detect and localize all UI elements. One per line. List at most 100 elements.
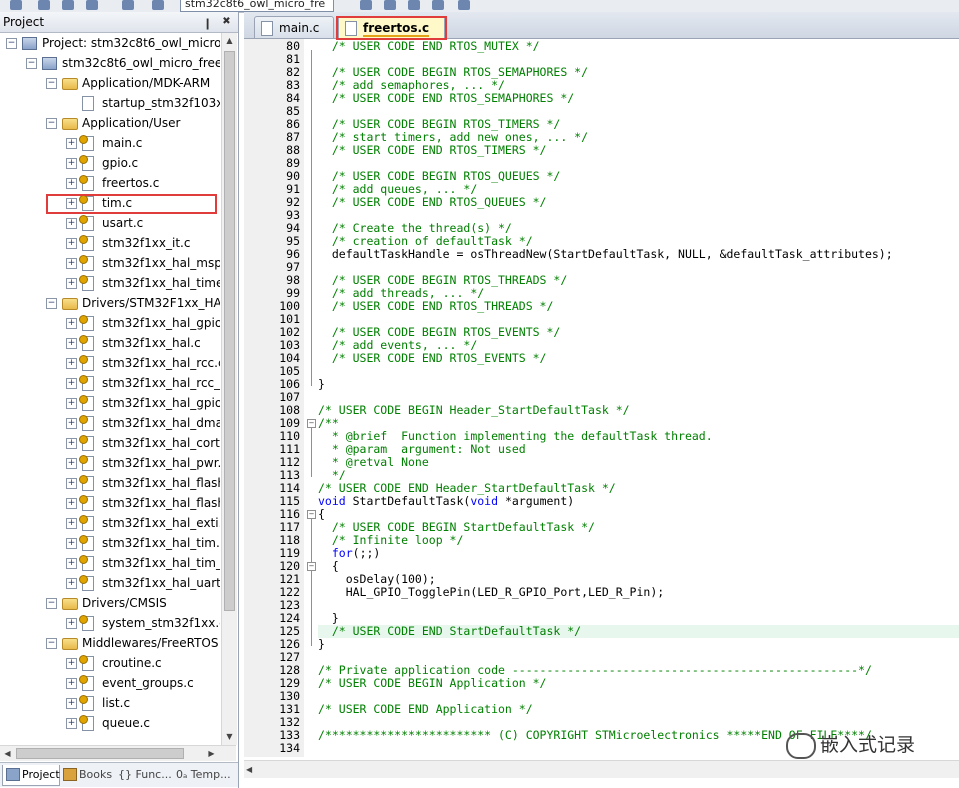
editor-horizontal-scrollbar[interactable]: ◀ (244, 760, 959, 778)
expand-icon[interactable]: + (66, 358, 77, 369)
toolbar-icon[interactable] (10, 0, 22, 10)
tree-target[interactable]: − stm32c8t6_owl_micro_freerto (0, 53, 220, 73)
tree-file[interactable]: + main.c (0, 133, 220, 153)
tree-file[interactable]: + queue.c (0, 713, 220, 733)
expand-icon[interactable]: + (66, 338, 77, 349)
tree-file[interactable]: + croutine.c (0, 653, 220, 673)
tree-file[interactable]: + stm32f1xx_hal_rcc_ex (0, 373, 220, 393)
tree-file[interactable]: + stm32f1xx_hal_rcc.c (0, 353, 220, 373)
code-line[interactable]: /* USER CODE BEGIN Header_StartDefaultTa… (318, 404, 630, 417)
tab-books[interactable]: Books (60, 765, 116, 785)
tab-templates[interactable]: 0ₐ Temp... (176, 765, 236, 785)
collapse-icon[interactable]: − (46, 598, 57, 609)
close-icon[interactable]: ✖ (220, 15, 233, 28)
collapse-icon[interactable]: − (46, 298, 57, 309)
tree-file[interactable]: + stm32f1xx_hal_gpio_e (0, 313, 220, 333)
expand-icon[interactable]: + (66, 458, 77, 469)
tree-file[interactable]: + stm32f1xx_hal_pwr.c (0, 453, 220, 473)
tree-file[interactable]: startup_stm32f103xb.s (0, 93, 220, 113)
tree-project[interactable]: − Project: stm32c8t6_owl_micro_fre (0, 33, 220, 53)
scroll-thumb[interactable] (224, 51, 235, 611)
code-area[interactable]: /* USER CODE END RTOS_MUTEX */ /* USER C… (318, 39, 959, 757)
tree-horizontal-scrollbar[interactable]: ◀ ▶ (0, 745, 236, 761)
scroll-left-icon[interactable]: ◀ (246, 761, 252, 778)
tree-file[interactable]: + system_stm32f1xx.c (0, 613, 220, 633)
expand-icon[interactable]: + (66, 678, 77, 689)
code-line[interactable]: /* USER CODE BEGIN Application */ (318, 677, 546, 690)
code-line[interactable]: /* USER CODE END RTOS_SEMAPHORES */ (318, 92, 574, 105)
toolbar-icon[interactable] (122, 0, 134, 10)
tree-file[interactable]: + stm32f1xx_hal_gpio.c (0, 393, 220, 413)
scroll-down-icon[interactable]: ▼ (222, 729, 237, 745)
collapse-icon[interactable]: − (46, 78, 57, 89)
code-line[interactable]: /* USER CODE END Application */ (318, 703, 533, 716)
tree-vertical-scrollbar[interactable]: ▲ ▼ (221, 33, 237, 745)
expand-icon[interactable]: + (66, 698, 77, 709)
tree-file[interactable]: + freertos.c (0, 173, 220, 193)
tab-project[interactable]: Project (2, 765, 60, 786)
expand-icon[interactable]: + (66, 618, 77, 629)
pin-icon[interactable]: ❙ (203, 14, 212, 34)
tree-file[interactable]: + stm32f1xx_hal_exti.c (0, 513, 220, 533)
expand-icon[interactable]: + (66, 278, 77, 289)
expand-icon[interactable]: + (66, 418, 77, 429)
tree-file[interactable]: + stm32f1xx_hal.c (0, 333, 220, 353)
code-line[interactable]: /* USER CODE END RTOS_TIMERS */ (318, 144, 547, 157)
target-select[interactable]: stm32c8t6_owl_micro_fre (180, 0, 334, 12)
code-line[interactable]: defaultTaskHandle = osThreadNew(StartDef… (318, 248, 893, 261)
expand-icon[interactable]: + (66, 538, 77, 549)
tree-folder[interactable]: − Application/User (0, 113, 220, 133)
tree-file[interactable]: + stm32f1xx_hal_tim.c (0, 533, 220, 553)
code-line[interactable]: } (318, 378, 325, 391)
toolbar-icon[interactable] (384, 0, 396, 10)
tree-file[interactable]: + stm32f1xx_hal_tim_ex (0, 553, 220, 573)
code-line[interactable]: /* USER CODE END RTOS_EVENTS */ (318, 352, 547, 365)
code-line[interactable]: /* USER CODE END RTOS_QUEUES */ (318, 196, 547, 209)
tree-file[interactable]: + gpio.c (0, 153, 220, 173)
code-line[interactable]: /* USER CODE END StartDefaultTask */ (318, 625, 959, 638)
tree-file[interactable]: + stm32f1xx_hal_cortex (0, 433, 220, 453)
expand-icon[interactable]: + (66, 718, 77, 729)
tree-file[interactable]: + usart.c (0, 213, 220, 233)
tree-folder[interactable]: − Middlewares/FreeRTOS (0, 633, 220, 653)
scroll-up-icon[interactable]: ▲ (222, 33, 237, 49)
code-line[interactable]: } (318, 638, 325, 651)
scroll-right-icon[interactable]: ▶ (204, 746, 219, 761)
collapse-icon[interactable]: − (46, 118, 57, 129)
tree-file[interactable]: + stm32f1xx_hal_msp.c (0, 253, 220, 273)
expand-icon[interactable]: + (66, 138, 77, 149)
tree-file[interactable]: + stm32f1xx_hal_flash_e (0, 493, 220, 513)
tree-file[interactable]: + stm32f1xx_hal_flash.c (0, 473, 220, 493)
expand-icon[interactable]: + (66, 398, 77, 409)
tree-file[interactable]: + stm32f1xx_hal_uart.c (0, 573, 220, 593)
expand-icon[interactable]: + (66, 578, 77, 589)
toolbar-icon[interactable] (38, 0, 50, 10)
expand-icon[interactable]: + (66, 658, 77, 669)
fold-toggle-icon[interactable]: − (307, 562, 316, 571)
expand-icon[interactable]: + (66, 258, 77, 269)
expand-icon[interactable]: + (66, 158, 77, 169)
expand-icon[interactable]: + (66, 238, 77, 249)
tree-file[interactable]: + event_groups.c (0, 673, 220, 693)
collapse-icon[interactable]: − (26, 58, 37, 69)
code-line[interactable]: HAL_GPIO_TogglePin(LED_R_GPIO_Port,LED_R… (318, 586, 665, 599)
collapse-icon[interactable]: − (6, 38, 17, 49)
collapse-icon[interactable]: − (46, 638, 57, 649)
code-line[interactable]: /* USER CODE END RTOS_MUTEX */ (318, 40, 540, 53)
toolbar-icon[interactable] (360, 0, 372, 10)
toolbar-icon[interactable] (86, 0, 98, 10)
expand-icon[interactable]: + (66, 218, 77, 229)
tree-file[interactable]: + stm32f1xx_hal_dma.c (0, 413, 220, 433)
expand-icon[interactable]: + (66, 518, 77, 529)
code-line[interactable]: /* USER CODE END RTOS_THREADS */ (318, 300, 554, 313)
toolbar-icon[interactable] (432, 0, 444, 10)
scroll-thumb[interactable] (16, 748, 184, 759)
scroll-left-icon[interactable]: ◀ (0, 746, 15, 761)
toolbar-icon[interactable] (152, 0, 164, 10)
toolbar-icon[interactable] (62, 0, 74, 10)
expand-icon[interactable]: + (66, 378, 77, 389)
toolbar-icon[interactable] (408, 0, 420, 10)
tree-folder[interactable]: − Application/MDK-ARM (0, 73, 220, 93)
tree-folder[interactable]: − Drivers/STM32F1xx_HAL_ (0, 293, 220, 313)
expand-icon[interactable]: + (66, 318, 77, 329)
